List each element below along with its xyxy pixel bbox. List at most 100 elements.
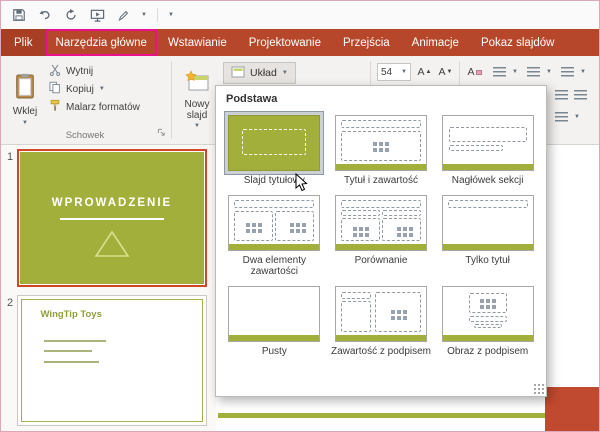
layout-option-label: Obraz z podpisem bbox=[436, 346, 539, 357]
slide-thumbnail-2[interactable]: WingTip Toys bbox=[17, 295, 207, 426]
customize-qat-icon[interactable]: ▼ bbox=[168, 12, 174, 18]
layout-gallery-header: Podstawa bbox=[216, 86, 546, 110]
slide-bottom-band bbox=[218, 413, 548, 418]
new-slide-label: Nowy slajd bbox=[175, 99, 219, 121]
layout-button[interactable]: Układ ▼ bbox=[223, 62, 296, 84]
cut-button[interactable]: Wytnij bbox=[49, 63, 93, 79]
tab-label: Wstawianie bbox=[168, 37, 227, 49]
layout-option-content-with-caption[interactable]: Zawartość z podpisem bbox=[328, 281, 435, 361]
decrease-font-size-button[interactable]: A▼ bbox=[436, 63, 455, 81]
bullets-button[interactable]: ▼ bbox=[493, 67, 518, 77]
undo-icon[interactable] bbox=[37, 7, 53, 23]
slide-corner-shape bbox=[545, 387, 599, 431]
clipboard-icon bbox=[14, 73, 36, 103]
layout-option-label: Tytuł i zawartość bbox=[330, 175, 433, 186]
slide-title: WPROWADZENIE bbox=[19, 197, 205, 209]
layout-thumbnail bbox=[335, 115, 427, 171]
tab-transitions[interactable]: Przejścia bbox=[332, 29, 401, 56]
dropdown-arrow-icon: ▼ bbox=[580, 69, 586, 75]
layout-thumbnail bbox=[228, 286, 320, 342]
new-slide-button[interactable]: Nowy slajd ▼ bbox=[175, 60, 219, 138]
clear-formatting-button[interactable]: A bbox=[465, 63, 484, 81]
layout-option-two-content[interactable]: Dwa elementy zawartości bbox=[221, 190, 328, 281]
mouse-cursor-icon bbox=[295, 173, 308, 192]
quick-access-toolbar: ▼ ▼ bbox=[1, 1, 599, 29]
tab-home[interactable]: Narzędzia główne bbox=[46, 29, 157, 56]
tab-design[interactable]: Projektowanie bbox=[238, 29, 332, 56]
triangle-shape bbox=[93, 229, 131, 259]
font-size-dropdown-icon: ▼ bbox=[401, 69, 407, 75]
layout-option-blank[interactable]: Pusty bbox=[221, 281, 328, 361]
slide-thumbnail-1[interactable]: WPROWADZENIE bbox=[17, 149, 207, 287]
layout-thumbnail bbox=[335, 286, 427, 342]
numbering-icon bbox=[527, 67, 540, 77]
cut-label: Wytnij bbox=[66, 66, 93, 77]
layout-option-picture-with-caption[interactable]: Obraz z podpisem bbox=[434, 281, 541, 361]
bullet-line bbox=[44, 340, 106, 342]
layout-thumbnail bbox=[442, 195, 534, 251]
layout-option-title-only[interactable]: Tylko tytuł bbox=[434, 190, 541, 281]
tab-file[interactable]: Plik bbox=[1, 29, 46, 56]
layout-label: Układ bbox=[250, 67, 277, 79]
align-buttons-row[interactable] bbox=[555, 90, 587, 100]
font-size-value: 54 bbox=[381, 67, 392, 78]
paste-button[interactable]: Wklej ▼ bbox=[5, 60, 45, 138]
format-painter-button[interactable]: Malarz formatów bbox=[49, 99, 140, 115]
tab-insert[interactable]: Wstawianie bbox=[157, 29, 238, 56]
layout-option-label: Zawartość z podpisem bbox=[330, 346, 433, 357]
layout-option-label: Slajd tytułowy bbox=[223, 175, 326, 186]
tab-slideshow[interactable]: Pokaz slajdów bbox=[470, 29, 566, 56]
layout-dropdown-icon: ▼ bbox=[282, 70, 288, 76]
layout-option-title-and-content[interactable]: Tytuł i zawartość bbox=[328, 110, 435, 190]
layout-thumbnail bbox=[228, 115, 320, 171]
tab-label: Przejścia bbox=[343, 37, 390, 49]
format-painter-icon bbox=[49, 99, 61, 115]
layout-option-label: Nagłówek sekcji bbox=[436, 175, 539, 186]
layout-thumbnail bbox=[335, 195, 427, 251]
dropdown-arrow-icon: ▼ bbox=[546, 69, 552, 75]
ribbon-tab-bar: Plik Narzędzia główne Wstawianie Projekt… bbox=[1, 29, 599, 56]
bullets-icon bbox=[493, 67, 506, 77]
copy-label: Kopiuj bbox=[66, 84, 94, 95]
layout-option-comparison[interactable]: Porównanie bbox=[328, 190, 435, 281]
layout-option-label: Porównanie bbox=[330, 255, 433, 266]
line-spacing-icon bbox=[555, 112, 568, 122]
layout-option-label: Dwa elementy zawartości bbox=[223, 255, 326, 277]
numbering-button[interactable]: ▼ bbox=[527, 67, 552, 77]
clipboard-dialog-launcher-icon[interactable] bbox=[157, 128, 166, 140]
tab-label: Projektowanie bbox=[249, 37, 321, 49]
title-underline bbox=[60, 218, 164, 220]
slides-panel: 1 WPROWADZENIE 2 WingTip Toys bbox=[1, 145, 216, 431]
qat-separator bbox=[157, 8, 158, 22]
align-left-icon bbox=[555, 90, 568, 100]
slide-number: 2 bbox=[7, 297, 13, 309]
scissors-icon bbox=[49, 64, 61, 79]
new-slide-dropdown-icon: ▼ bbox=[194, 123, 200, 129]
layout-thumbnail bbox=[442, 286, 534, 342]
copy-button[interactable]: Kopiuj ▼ bbox=[49, 81, 105, 97]
layout-option-label: Tylko tytuł bbox=[436, 255, 539, 266]
layout-thumbnail bbox=[442, 115, 534, 171]
dropdown-arrow-icon: ▼ bbox=[574, 114, 580, 120]
format-painter-label: Malarz formatów bbox=[66, 102, 140, 113]
layout-option-section-header[interactable]: Nagłówek sekcji bbox=[434, 110, 541, 190]
touch-mode-icon[interactable] bbox=[115, 7, 131, 23]
start-slideshow-icon[interactable] bbox=[89, 7, 105, 23]
slide-number: 1 bbox=[7, 151, 13, 163]
increase-font-size-button[interactable]: A▲ bbox=[415, 63, 434, 81]
touch-mode-dropdown-icon[interactable]: ▼ bbox=[141, 12, 147, 18]
redo-icon[interactable] bbox=[63, 7, 79, 23]
save-icon[interactable] bbox=[11, 7, 27, 23]
indent-button[interactable]: ▼ bbox=[561, 67, 586, 77]
layout-option-label: Pusty bbox=[223, 346, 326, 357]
align-center-icon bbox=[574, 90, 587, 100]
tab-label: Animacje bbox=[412, 37, 459, 49]
line-spacing-button[interactable]: ▼ bbox=[555, 112, 580, 122]
font-size-input[interactable]: 54 ▼ bbox=[377, 63, 411, 81]
layout-option-title-slide[interactable]: Slajd tytułowy bbox=[221, 110, 328, 190]
layout-gallery-menu: Podstawa Slajd tytułowy Tytuł i zawartoś… bbox=[215, 85, 547, 397]
indent-icon bbox=[561, 67, 574, 77]
resize-grip[interactable] bbox=[533, 383, 544, 394]
tab-animations[interactable]: Animacje bbox=[401, 29, 470, 56]
tab-label: Plik bbox=[14, 37, 33, 49]
